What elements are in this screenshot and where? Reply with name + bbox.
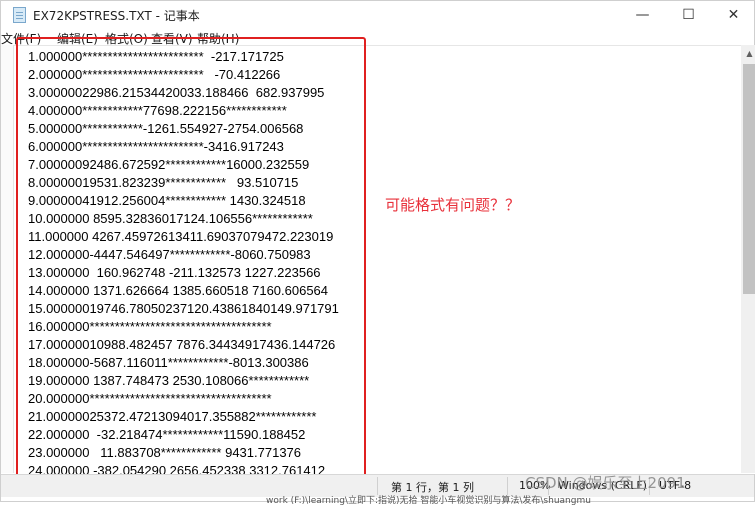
annotation-text: 可能格式有问题？？	[385, 196, 521, 214]
title-bar: EX72KPSTRESS.TXT - 记事本 — ☐ ✕	[1, 1, 754, 29]
notepad-window: EX72KPSTRESS.TXT - 记事本 — ☐ ✕ 文件(F) 编辑(E)…	[0, 0, 755, 506]
scroll-up-arrow-icon[interactable]: ▲	[741, 45, 755, 62]
window-title: EX72KPSTRESS.TXT - 记事本	[33, 9, 200, 23]
footer-path-text: work (F:)\learning\立即下:指说)无拾 智能小车视觉识别与算法…	[266, 496, 591, 506]
vertical-scrollbar[interactable]: ▲	[741, 45, 755, 473]
highlight-annotation-box	[16, 37, 366, 478]
csdn-watermark: CSDN @娱乐至上2091	[525, 474, 686, 492]
window-left-edge	[1, 45, 14, 473]
notepad-icon	[13, 7, 26, 23]
scroll-thumb[interactable]	[743, 64, 755, 294]
close-button[interactable]: ✕	[711, 1, 755, 29]
maximize-button[interactable]: ☐	[666, 1, 711, 29]
minimize-button[interactable]: —	[620, 1, 665, 29]
